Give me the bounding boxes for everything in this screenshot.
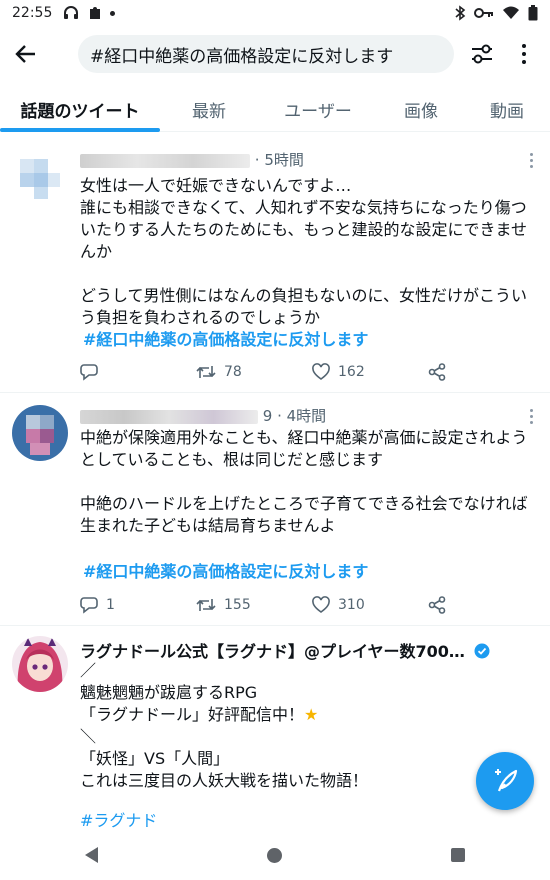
tweet-text: 女性は一人で妊娠できないんですよ… 誰にも相談できなくて、人知れず不安な気持ちに… [80, 175, 538, 351]
avatar[interactable] [12, 151, 68, 207]
tab-photos[interactable]: 画像 [378, 86, 464, 132]
search-input[interactable]: #経口中絶薬の高価格設定に反対します [78, 35, 454, 73]
feather-plus-icon [495, 769, 518, 792]
share-icon [428, 363, 446, 381]
tweet-meta: 9 · 4時間 [80, 405, 326, 426]
status-bar: 22:55 [0, 0, 550, 26]
redacted-username [80, 409, 258, 424]
tab-top[interactable]: 話題のツイート [0, 86, 160, 132]
tab-videos[interactable]: 動画 [464, 86, 550, 132]
tweet-time: · 5時間 [254, 151, 304, 169]
sliders-icon [472, 44, 492, 64]
like-button[interactable]: 310 [312, 596, 428, 614]
search-header: #経口中絶薬の高価格設定に反対します [0, 30, 550, 78]
like-button[interactable]: 162 [312, 363, 428, 381]
avatar[interactable] [12, 636, 68, 692]
reply-button[interactable]: 1 [80, 596, 196, 614]
star-icon: ★ [304, 705, 319, 724]
tweet-time: 9 · 4時間 [262, 407, 327, 425]
reply-button[interactable] [80, 363, 196, 381]
tweet-text: ／ 魑魅魍魎が跋扈するRPG 「ラグナドール」好評配信中！★ ＼ 「妖怪」VS「… [80, 660, 538, 830]
tab-people[interactable]: ユーザー [258, 86, 378, 132]
battery-icon [528, 5, 538, 21]
search-tabs: 話題のツイート 最新 ユーザー 画像 動画 [0, 86, 550, 132]
reply-icon [80, 364, 98, 381]
nav-home-button[interactable] [266, 847, 282, 863]
bluetooth-icon [455, 5, 466, 21]
hashtag-link[interactable]: #ラグナド [80, 810, 538, 830]
retweet-button[interactable]: 155 [196, 596, 312, 614]
tweet[interactable]: ラグナドール公式【ラグナド】@プレイヤー数700… ／ 魑魅魍魎が跋扈するRPG… [0, 626, 550, 830]
key-icon [474, 8, 493, 18]
reply-icon [80, 597, 98, 614]
display-name: ラグナドール公式【ラグナド】@プレイヤー数700… [80, 642, 465, 661]
heart-icon [312, 363, 330, 380]
tweet-menu-button[interactable] [530, 409, 536, 424]
hashtag-link[interactable]: #経口中絶薬の高価格設定に反対します [80, 561, 538, 583]
tweet[interactable]: 9 · 4時間 中絶が保険適用外なことも、経口中絶薬が高価に設定されようとしてい… [0, 393, 550, 626]
redacted-username [80, 153, 250, 168]
dot-icon [110, 10, 116, 16]
heart-icon [312, 596, 330, 613]
share-button[interactable] [428, 596, 458, 614]
arrow-left-icon [15, 45, 35, 63]
back-button[interactable] [0, 30, 52, 78]
share-button[interactable] [428, 363, 458, 381]
tweet-menu-button[interactable] [530, 153, 536, 168]
retweet-button[interactable]: 78 [196, 363, 312, 381]
tweet-text: 中絶が保険適用外なことも、経口中絶薬が高価に設定されようとしていることも、根は同… [80, 427, 538, 583]
tweet[interactable]: · 5時間 女性は一人で妊娠できないんですよ… 誰にも相談できなくて、人知れず不… [0, 137, 550, 393]
tweet-meta: · 5時間 [80, 149, 304, 170]
retweet-icon [196, 366, 216, 378]
status-time: 22:55 [12, 5, 53, 21]
system-navigation-bar [0, 830, 550, 880]
tab-latest[interactable]: 最新 [160, 86, 258, 132]
hashtag-link[interactable]: #経口中絶薬の高価格設定に反対します [80, 329, 538, 351]
nav-recents-button[interactable] [451, 848, 466, 862]
overflow-menu-button[interactable] [512, 38, 536, 70]
tweet-meta: ラグナドール公式【ラグナド】@プレイヤー数700… [80, 638, 520, 662]
tweet-actions: 78 162 [80, 361, 460, 383]
puzzle-icon [86, 4, 104, 22]
filter-button[interactable] [466, 38, 498, 70]
verified-badge-icon [474, 643, 490, 659]
share-icon [428, 596, 446, 614]
compose-tweet-button[interactable] [476, 752, 534, 810]
search-query: #経口中絶薬の高価格設定に反対します [90, 46, 394, 67]
headset-icon [62, 4, 80, 22]
tweet-actions: 1 155 310 [80, 594, 460, 616]
avatar[interactable] [12, 405, 68, 461]
nav-back-button[interactable] [84, 847, 98, 863]
wifi-icon [503, 6, 519, 19]
retweet-icon [196, 599, 216, 611]
